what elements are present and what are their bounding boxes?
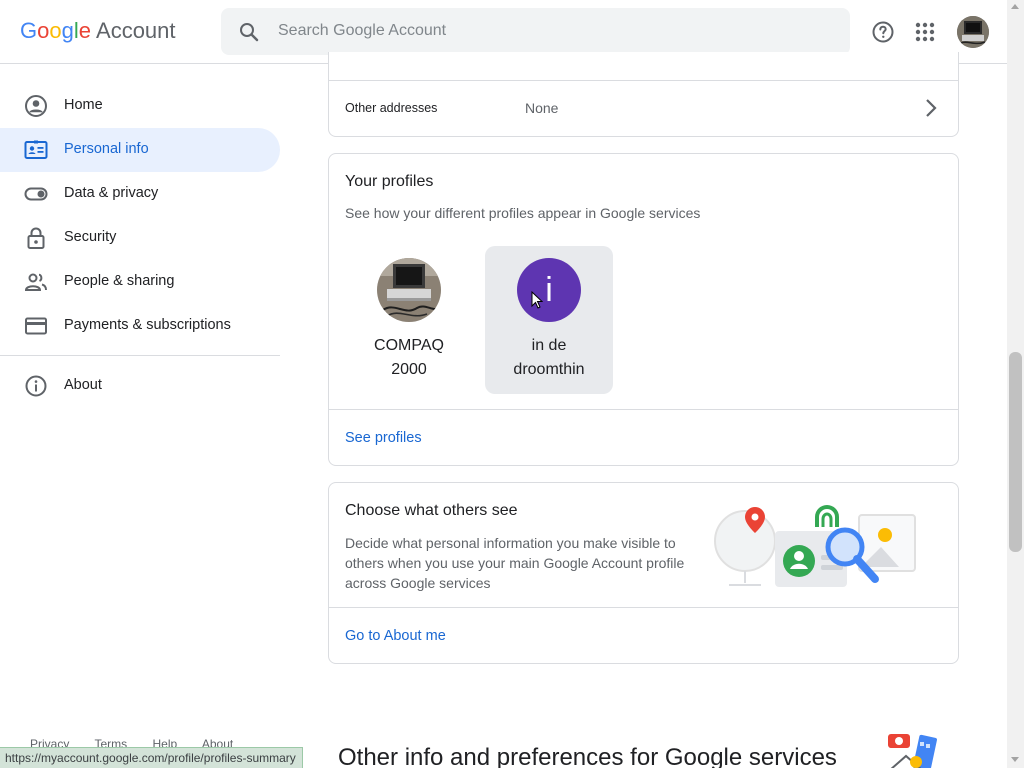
chevron-right-icon [926,99,937,117]
status-bar-url: https://myaccount.google.com/profile/pro… [0,747,303,768]
sidebar-item-label: Home [64,97,103,113]
search-box[interactable]: Search Google Account [221,8,850,55]
choose-description: Decide what personal information you mak… [345,535,685,591]
sidebar-item-label: About [64,377,102,393]
sidebar-item-home[interactable]: Home [0,84,280,128]
sidebar-item-label: Payments & subscriptions [64,317,231,333]
sidebar-item-label: Security [64,229,117,245]
sidebar-item-payments[interactable]: Payments & subscriptions [0,304,280,348]
see-profiles-link[interactable]: See profiles [345,430,422,446]
logo-suffix: Account [96,18,176,43]
people-icon [24,273,47,291]
profile-card-compaq[interactable]: COMPAQ 2000 [345,246,473,394]
sidebar-item-personal-info[interactable]: Personal info [0,128,280,172]
computer-photo-icon [377,258,441,322]
credit-card-icon [25,317,47,335]
info-icon [25,375,47,397]
row-divider [329,607,958,608]
help-icon[interactable] [871,20,895,44]
computer-photo-icon [957,16,989,48]
avatar-initial: i [517,258,581,322]
sidebar-item-label: Personal info [64,141,149,157]
scroll-down-arrow-icon[interactable] [1011,757,1019,762]
scrollbar-thumb[interactable] [1009,352,1022,552]
profile-initial-avatar: i [517,258,581,322]
logo-letter: G [20,18,38,43]
profile-card-droomthin[interactable]: i in de droomthin [485,246,613,394]
profile-name: COMPAQ 2000 [345,334,473,382]
sidebar-divider [0,355,280,356]
id-card-icon [24,140,48,159]
profiles-subtitle: See how your different profiles appear i… [345,205,701,221]
choose-what-others-see-card: Choose what others see Decide what perso… [328,482,959,664]
sidebar-item-security[interactable]: Security [0,216,280,260]
sidebar-item-label: People & sharing [64,273,175,289]
go-to-about-me-link[interactable]: Go to About me [345,628,446,644]
search-placeholder: Search Google Account [278,22,447,39]
logo-letter: o [37,18,50,43]
profile-name-line: COMPAQ [374,337,444,354]
apps-grid-icon[interactable] [913,20,937,44]
mouse-cursor-icon [531,291,543,309]
preferences-illustration-icon [888,734,937,768]
sidebar-item-label: Data & privacy [64,185,159,201]
toggle-icon [24,187,48,201]
other-addresses-value: None [525,100,559,116]
profile-name-line: 2000 [391,361,427,378]
scroll-up-arrow-icon[interactable] [1011,4,1019,9]
home-person-icon [25,95,47,117]
search-icon[interactable] [237,20,261,44]
profile-name-line: droomthin [513,361,585,378]
addresses-card: Other addresses None [328,52,959,137]
account-avatar[interactable] [957,16,989,48]
profile-photo [377,258,441,322]
profile-name: in de droomthin [485,334,613,382]
row-divider [329,409,958,410]
google-account-logo[interactable]: Google Account [20,18,176,44]
vertical-scrollbar[interactable] [1007,0,1024,768]
your-profiles-card: Your profiles See how your different pro… [328,153,959,466]
lock-icon [27,227,45,249]
profile-name-line: in de [531,337,567,354]
logo-letter: g [61,18,74,43]
other-addresses-row[interactable]: Other addresses None [329,81,958,137]
choose-title: Choose what others see [345,502,518,519]
sidebar-item-about[interactable]: About [0,364,280,408]
sidebar-item-data-privacy[interactable]: Data & privacy [0,172,280,216]
logo-letter: o [49,18,62,43]
other-addresses-label: Other addresses [345,101,438,115]
section-title: Other info and preferences for Google se… [338,744,837,768]
privacy-illustration-icon [714,504,916,587]
profiles-title: Your profiles [345,173,434,190]
sidebar-item-people-sharing[interactable]: People & sharing [0,260,280,304]
logo-letter: e [78,18,92,43]
